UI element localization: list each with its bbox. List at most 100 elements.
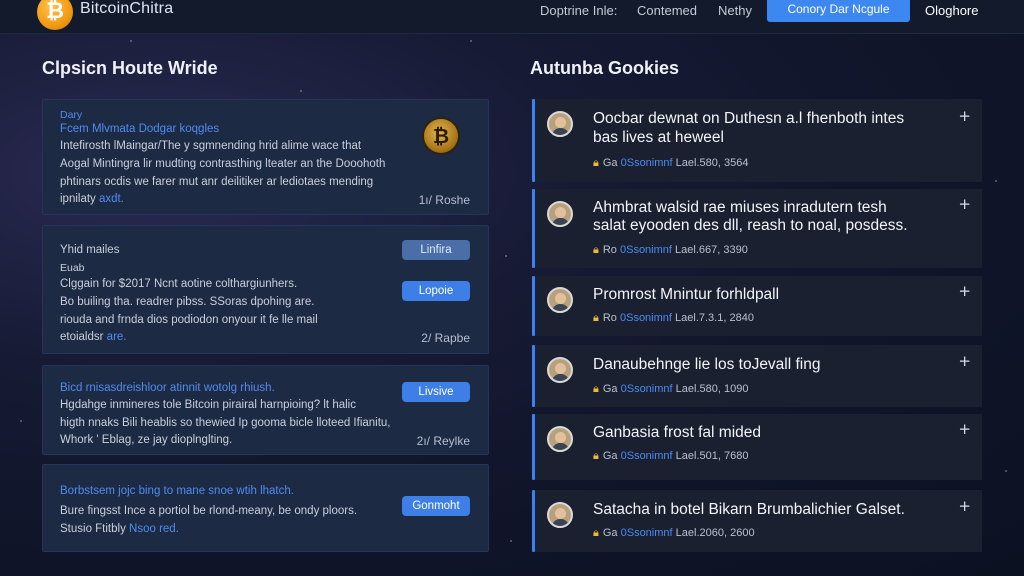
meta-value: Lael.667, 3390 bbox=[675, 244, 748, 256]
right-section-title: Autunba Gookies bbox=[530, 58, 680, 78]
card-pill-button[interactable]: Lopoie bbox=[402, 281, 470, 301]
list-item-title[interactable]: Satacha in botel Bikarn Brumbalichier Ga… bbox=[593, 501, 905, 519]
avatar-icon bbox=[547, 201, 573, 227]
card-title[interactable]: Fcem Mlvmata Dodgar koqgles bbox=[60, 123, 219, 135]
bitcoin-coin-icon: ₿ bbox=[422, 117, 460, 155]
card-text-line: Bure fingsst Ince a portiol be rlond-mea… bbox=[60, 505, 358, 517]
list-item-meta: 🔒︎ Ga 0Ssonimnf Lael.501, 7680 bbox=[593, 450, 748, 463]
left-section-title: Clpsicn Houte Wride bbox=[42, 58, 218, 78]
plus-icon[interactable]: + bbox=[958, 107, 971, 125]
card-meta: 1ı/ Roshe bbox=[418, 193, 470, 207]
cta-button[interactable]: Conory Dar Ncgule bbox=[767, 0, 910, 22]
post-card[interactable]: Bicd rnisasdreishloor atinnit wotolg rhi… bbox=[42, 365, 489, 455]
list-item[interactable]: Oocbar dewnat on Duthesn a.l fhenboth in… bbox=[535, 99, 982, 182]
avatar-icon bbox=[547, 111, 573, 137]
star-decoration bbox=[300, 90, 302, 92]
card-pill-button[interactable]: Livsive bbox=[402, 382, 470, 402]
card-text-line: Intefirosth lMaingar/The y sgmnending hr… bbox=[60, 140, 362, 152]
bitcoin-logo-icon[interactable]: ₿ bbox=[37, 0, 73, 30]
meta-link[interactable]: 0Ssonimnf bbox=[621, 527, 673, 539]
card-text-line: Aogal Mintingra lir mudting contrasthing… bbox=[60, 158, 386, 170]
nav-link-1[interactable]: Doptrine Inle: bbox=[540, 3, 617, 18]
meta-prefix: Ro bbox=[602, 312, 617, 324]
meta-link[interactable]: 0Ssonimnf bbox=[621, 383, 673, 395]
avatar-icon bbox=[547, 426, 573, 452]
plus-icon[interactable]: + bbox=[958, 420, 971, 438]
card-read-more-link[interactable]: Nsoo red. bbox=[129, 523, 179, 535]
plus-icon[interactable]: + bbox=[958, 497, 971, 515]
login-link[interactable]: Ologhore bbox=[925, 3, 978, 18]
brand-name[interactable]: BitcoinChitra bbox=[80, 0, 173, 18]
meta-link[interactable]: 0Ssonimnf bbox=[621, 450, 673, 462]
card-title[interactable]: Yhid mailes bbox=[60, 244, 119, 256]
list-item[interactable]: Promrost Mnintur forhldpall 🔒︎ Ro 0Ssonim… bbox=[535, 276, 982, 336]
card-meta: 2/ Rapbe bbox=[421, 331, 470, 345]
meta-prefix: Ga bbox=[602, 383, 618, 395]
top-navigation-bar: ₿ BitcoinChitra Doptrine Inle: Contemed … bbox=[0, 0, 1024, 34]
card-text-line: riouda and frnda dios podiodon onyour it… bbox=[60, 314, 318, 326]
lock-icon: 🔒︎ bbox=[593, 450, 599, 462]
list-item[interactable]: Ganbasia frost fal mided 🔒︎ Ga 0Ssonimnf … bbox=[535, 414, 982, 480]
meta-prefix: Ro bbox=[602, 244, 617, 256]
plus-icon[interactable]: + bbox=[958, 282, 971, 300]
avatar-icon bbox=[547, 502, 573, 528]
lock-icon: 🔒︎ bbox=[593, 244, 599, 256]
card-read-more-link[interactable]: axdt. bbox=[99, 193, 124, 205]
card-tag: Dary bbox=[60, 109, 83, 121]
list-item[interactable]: Ahmbrat walsid rae miuses inradutern tes… bbox=[535, 189, 982, 268]
lock-icon: 🔒︎ bbox=[593, 312, 599, 324]
list-item-meta: 🔒︎ Ro 0Ssonimnf Lael.667, 3390 bbox=[593, 244, 748, 257]
star-decoration bbox=[995, 180, 997, 182]
star-decoration bbox=[1005, 470, 1007, 472]
card-text-line: higth nnaks Bili heablis so thewied Ip g… bbox=[60, 417, 391, 429]
card-pill-button[interactable]: Linfira bbox=[402, 240, 470, 260]
list-item-meta: 🔒︎ Ga 0Ssonimnf Lael.580, 1090 bbox=[593, 383, 748, 396]
card-text-line: Stusio Ftitbly Nsoo red. bbox=[60, 523, 179, 535]
card-text-line: Clggain for $2017 Ncnt aotine colthargiu… bbox=[60, 278, 298, 290]
card-text-end: etoialdsr bbox=[60, 331, 104, 343]
meta-value: Lael.580, 3564 bbox=[675, 157, 749, 169]
list-item[interactable]: Satacha in botel Bikarn Brumbalichier Ga… bbox=[535, 490, 982, 552]
star-decoration bbox=[510, 540, 512, 542]
list-item-title[interactable]: Danaubehnge lie los toJevall fing bbox=[593, 356, 821, 374]
star-decoration bbox=[505, 255, 507, 257]
card-read-more-link[interactable]: are. bbox=[107, 331, 127, 343]
card-pill-button[interactable]: Gonmoht bbox=[402, 496, 470, 516]
avatar-icon bbox=[547, 357, 573, 383]
star-decoration bbox=[470, 40, 472, 42]
card-text-line: etoialdsr are. bbox=[60, 331, 127, 343]
card-title[interactable]: Borbstsem jojc bing to mane snoe wtih lh… bbox=[60, 485, 294, 497]
meta-value: Lael.2060, 2600 bbox=[675, 527, 755, 539]
star-decoration bbox=[20, 420, 22, 422]
post-card[interactable]: Dary Fcem Mlvmata Dodgar koqgles Intefir… bbox=[42, 99, 489, 215]
card-text-end: Stusio Ftitbly bbox=[60, 523, 126, 535]
list-item[interactable]: Danaubehnge lie los toJevall fing 🔒︎ Ga 0… bbox=[535, 345, 982, 407]
lock-icon: 🔒︎ bbox=[593, 527, 599, 539]
nav-link-2[interactable]: Contemed bbox=[637, 3, 697, 18]
plus-icon[interactable]: + bbox=[958, 352, 971, 370]
avatar-icon bbox=[547, 287, 573, 313]
card-text-line: ipnilaty axdt. bbox=[60, 193, 124, 205]
card-text-end: ipnilaty bbox=[60, 193, 96, 205]
list-item-title-line2[interactable]: bas lives at heweel bbox=[593, 129, 724, 147]
meta-prefix: Ga bbox=[602, 450, 618, 462]
list-item-title[interactable]: Oocbar dewnat on Duthesn a.l fhenboth in… bbox=[593, 110, 904, 128]
list-item-title[interactable]: Ganbasia frost fal mided bbox=[593, 424, 761, 442]
meta-prefix: Ga bbox=[602, 157, 618, 169]
meta-link[interactable]: 0Ssonimnf bbox=[621, 157, 673, 169]
card-meta: 2ı/ Reylke bbox=[416, 434, 470, 448]
meta-link[interactable]: 0Ssonimnf bbox=[620, 244, 672, 256]
meta-prefix: Ga bbox=[602, 527, 618, 539]
meta-value: Lael.580, 1090 bbox=[675, 383, 749, 395]
nav-link-3[interactable]: Nethy bbox=[718, 3, 752, 18]
card-tag: Euab bbox=[60, 262, 85, 274]
card-text-line: phtinars ocdis we farer mut anr deilitik… bbox=[60, 176, 374, 188]
list-item-title-line2[interactable]: salat eyooden des dll, reash to noal, po… bbox=[593, 217, 908, 235]
plus-icon[interactable]: + bbox=[958, 195, 971, 213]
meta-link[interactable]: 0Ssonimnf bbox=[620, 312, 672, 324]
list-item-title[interactable]: Promrost Mnintur forhldpall bbox=[593, 286, 779, 304]
card-title[interactable]: Bicd rnisasdreishloor atinnit wotolg rhi… bbox=[60, 382, 275, 394]
star-decoration bbox=[130, 40, 132, 42]
card-text-line: Whork ' Eblag, ze jay dioplnglting. bbox=[60, 434, 233, 446]
list-item-title[interactable]: Ahmbrat walsid rae miuses inradutern tes… bbox=[593, 199, 887, 217]
